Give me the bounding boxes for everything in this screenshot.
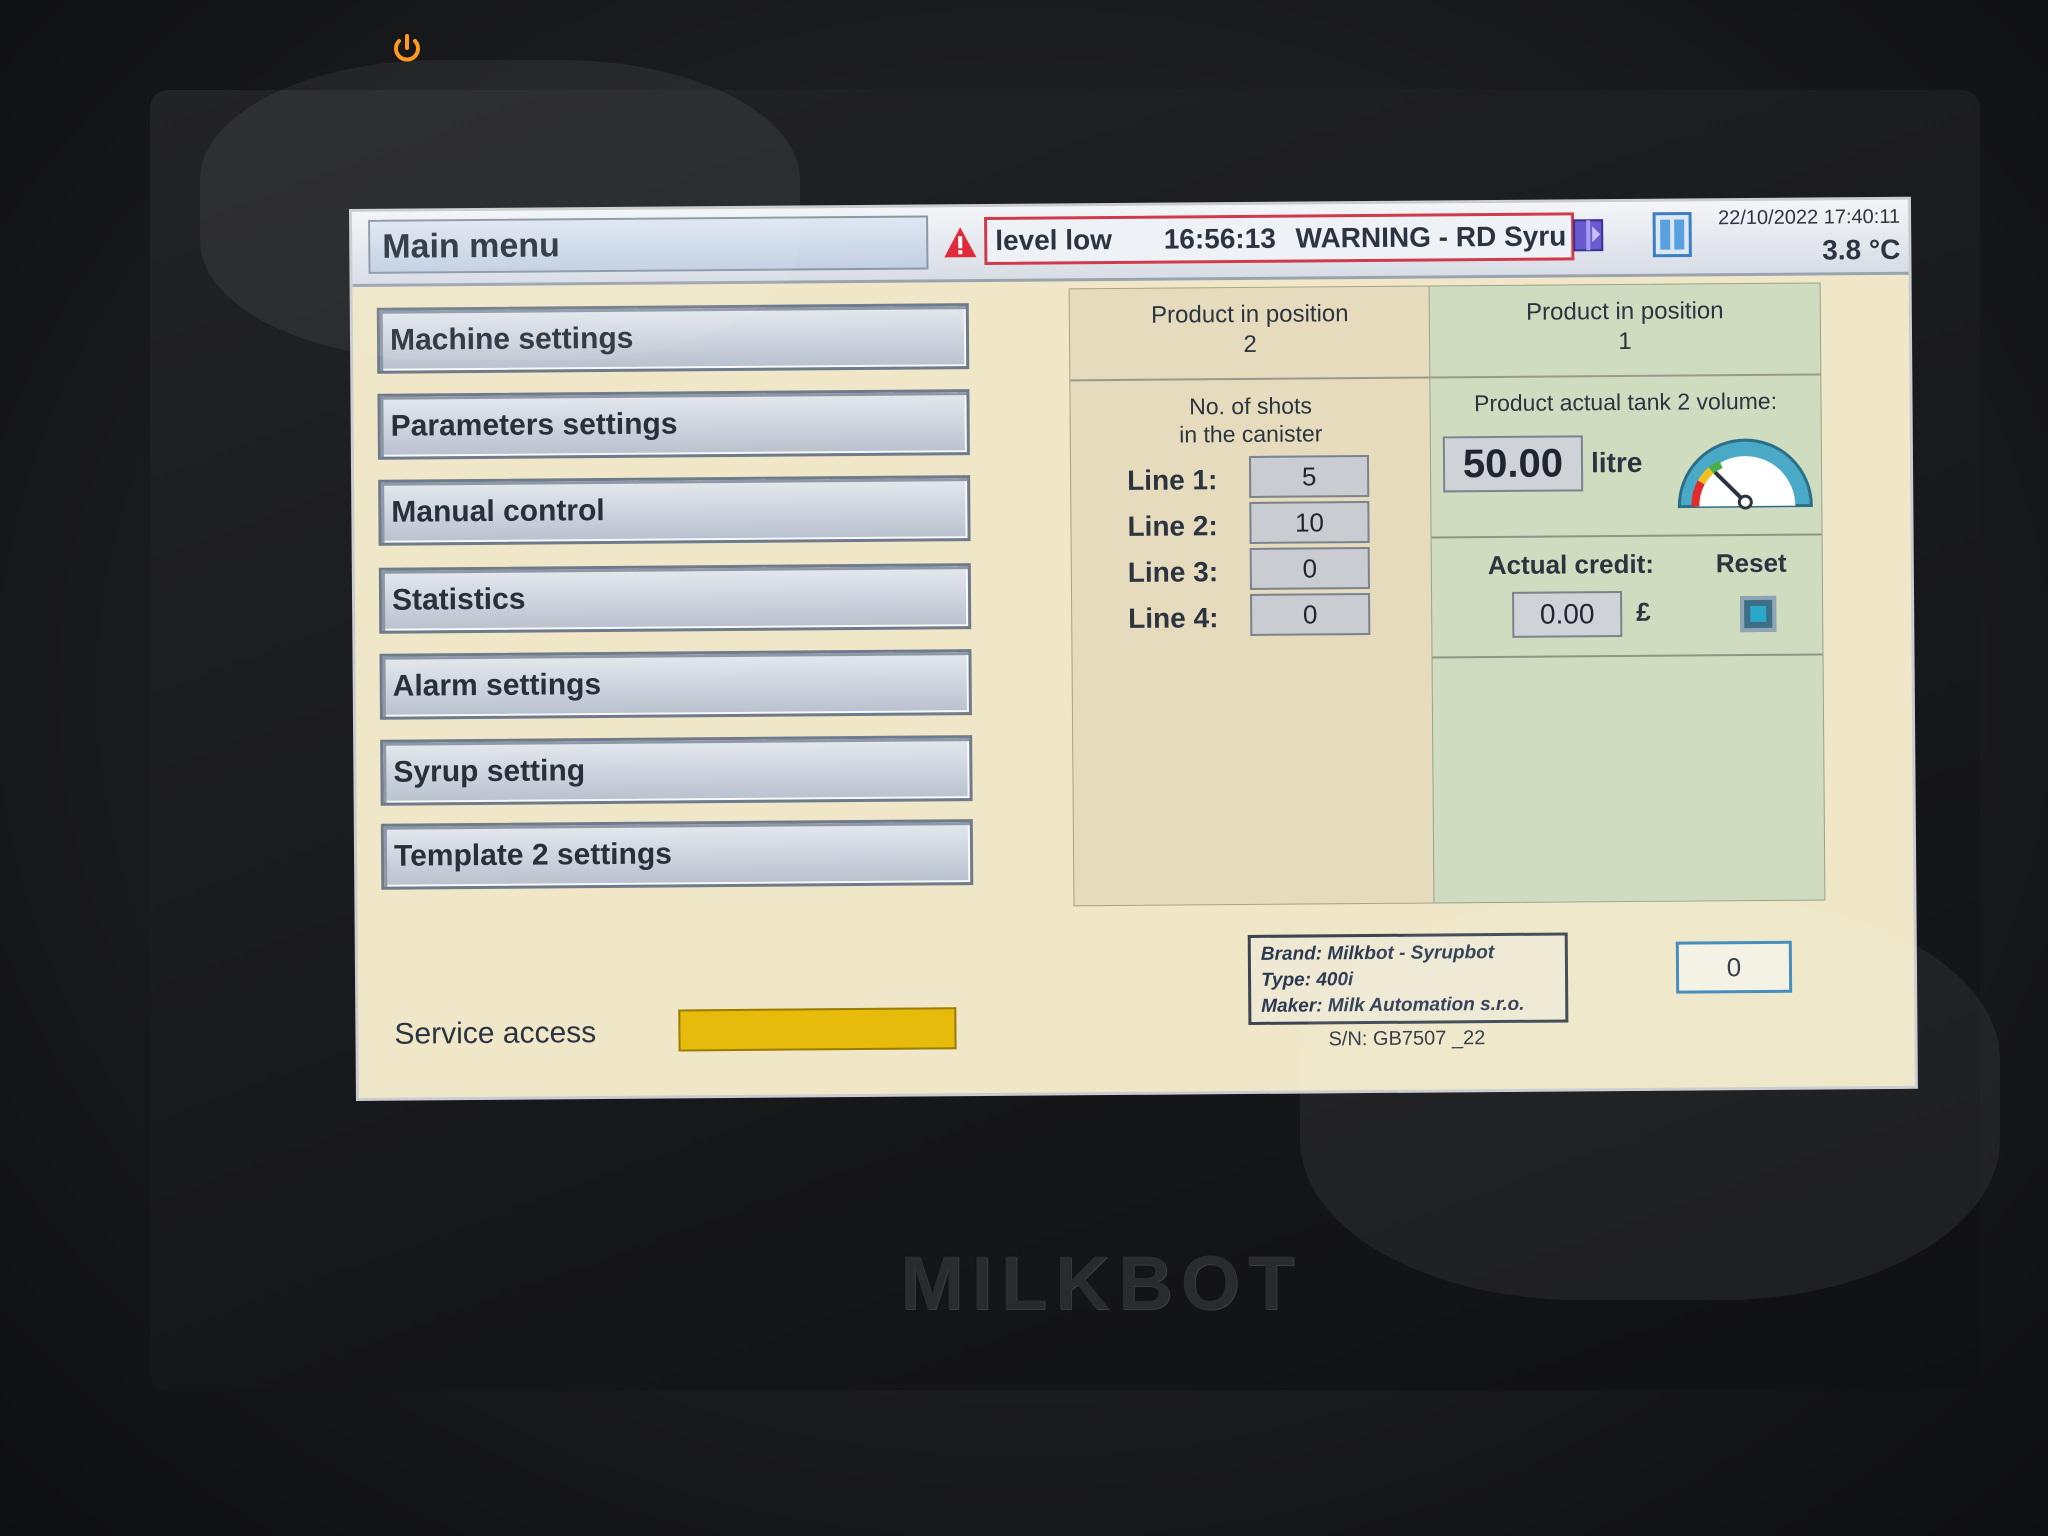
line-3-value[interactable]: 0: [1249, 547, 1370, 590]
machine-settings-button[interactable]: Machine settings: [376, 303, 970, 374]
alarm-message[interactable]: level low 16:56:13 WARNING - RD Syru: [984, 212, 1575, 266]
line-1-value[interactable]: 5: [1248, 455, 1370, 498]
line-3-label: Line 3:: [1127, 556, 1219, 588]
panel-title: Product in position: [1150, 300, 1349, 329]
alarm-time: 16:56:13: [1163, 222, 1276, 255]
line-2-label: Line 2:: [1127, 510, 1218, 542]
alarm-banner[interactable]: level low 16:56:13 WARNING - RD Syru: [932, 210, 1575, 269]
currency-symbol: £: [1636, 596, 1651, 627]
panel-header: Product in position 1: [1429, 283, 1821, 379]
service-access-field[interactable]: [678, 1007, 957, 1052]
panel-title: Product in position: [1525, 297, 1724, 326]
manual-control-button[interactable]: Manual control: [378, 475, 971, 546]
panel-position: 2: [1243, 330, 1257, 359]
temperature-readout: 3.8 °C: [1822, 233, 1901, 266]
line-4-label: Line 4:: [1128, 602, 1219, 634]
tank-volume-value: 50.00: [1442, 435, 1584, 493]
panel-divider: [1432, 653, 1823, 659]
product-panel-position-1: Product in position 1 Product actual tan…: [1428, 282, 1826, 904]
line-4-value[interactable]: 0: [1250, 593, 1371, 636]
title-bar: Main menu level low 16:56:13 WARNING - R…: [352, 199, 1909, 287]
type-text: Type: 400i: [1260, 969, 1354, 991]
parameters-settings-button[interactable]: Parameters settings: [377, 389, 970, 460]
tank-volume-title: Product actual tank 2 volume:: [1473, 387, 1778, 417]
service-access-label: Service access: [394, 1016, 597, 1051]
power-icon[interactable]: [390, 32, 424, 66]
door-status-icon[interactable]: [1652, 211, 1692, 258]
statistics-button[interactable]: Statistics: [378, 563, 972, 634]
actual-credit-label: Actual credit:: [1487, 548, 1655, 581]
shots-title-line2: in the canister: [1179, 420, 1323, 448]
panel-header: Product in position 2: [1069, 286, 1431, 382]
line-2-value[interactable]: 10: [1249, 501, 1370, 544]
shots-title: No. of shots in the canister: [1070, 391, 1430, 450]
date-time: 22/10/2022 17:40:11: [1717, 205, 1901, 230]
alarm-severity: WARNING - RD Syru: [1295, 220, 1567, 254]
actual-credit-value: 0.00: [1512, 591, 1623, 638]
hmi-screen: Main menu level low 16:56:13 WARNING - R…: [352, 199, 1915, 1098]
counter-field[interactable]: 0: [1675, 940, 1793, 994]
panel-position: 1: [1618, 327, 1632, 356]
template-2-settings-button[interactable]: Template 2 settings: [380, 819, 974, 890]
brand-text: Brand: Milkbot - Syrupbot: [1260, 942, 1495, 965]
panel-divider: [1431, 533, 1822, 539]
shots-title-line1: No. of shots: [1189, 392, 1313, 420]
line-1-label: Line 1:: [1127, 464, 1218, 496]
reset-button[interactable]: [1740, 595, 1777, 633]
device-logo: MILKBOT: [900, 1241, 1303, 1326]
page-title: Main menu: [368, 215, 929, 274]
product-panel-position-2: Product in position 2 No. of shots in th…: [1068, 285, 1436, 907]
tank-volume-unit: litre: [1590, 446, 1643, 479]
maker-text: Maker: Milk Automation s.r.o.: [1261, 993, 1525, 1017]
syrup-setting-button[interactable]: Syrup setting: [380, 735, 973, 806]
alarm-text: level low: [995, 224, 1113, 256]
alarm-settings-button[interactable]: Alarm settings: [379, 649, 972, 720]
device-info-box: Brand: Milkbot - Syrupbot Type: 400i Mak…: [1247, 932, 1569, 1025]
book-icon[interactable]: [1572, 218, 1604, 252]
reset-label: Reset: [1715, 547, 1787, 579]
serial-number: S/N: GB7507 _22: [1328, 1027, 1486, 1051]
tank-gauge-icon: [1677, 438, 1813, 510]
warning-icon: [944, 227, 977, 258]
